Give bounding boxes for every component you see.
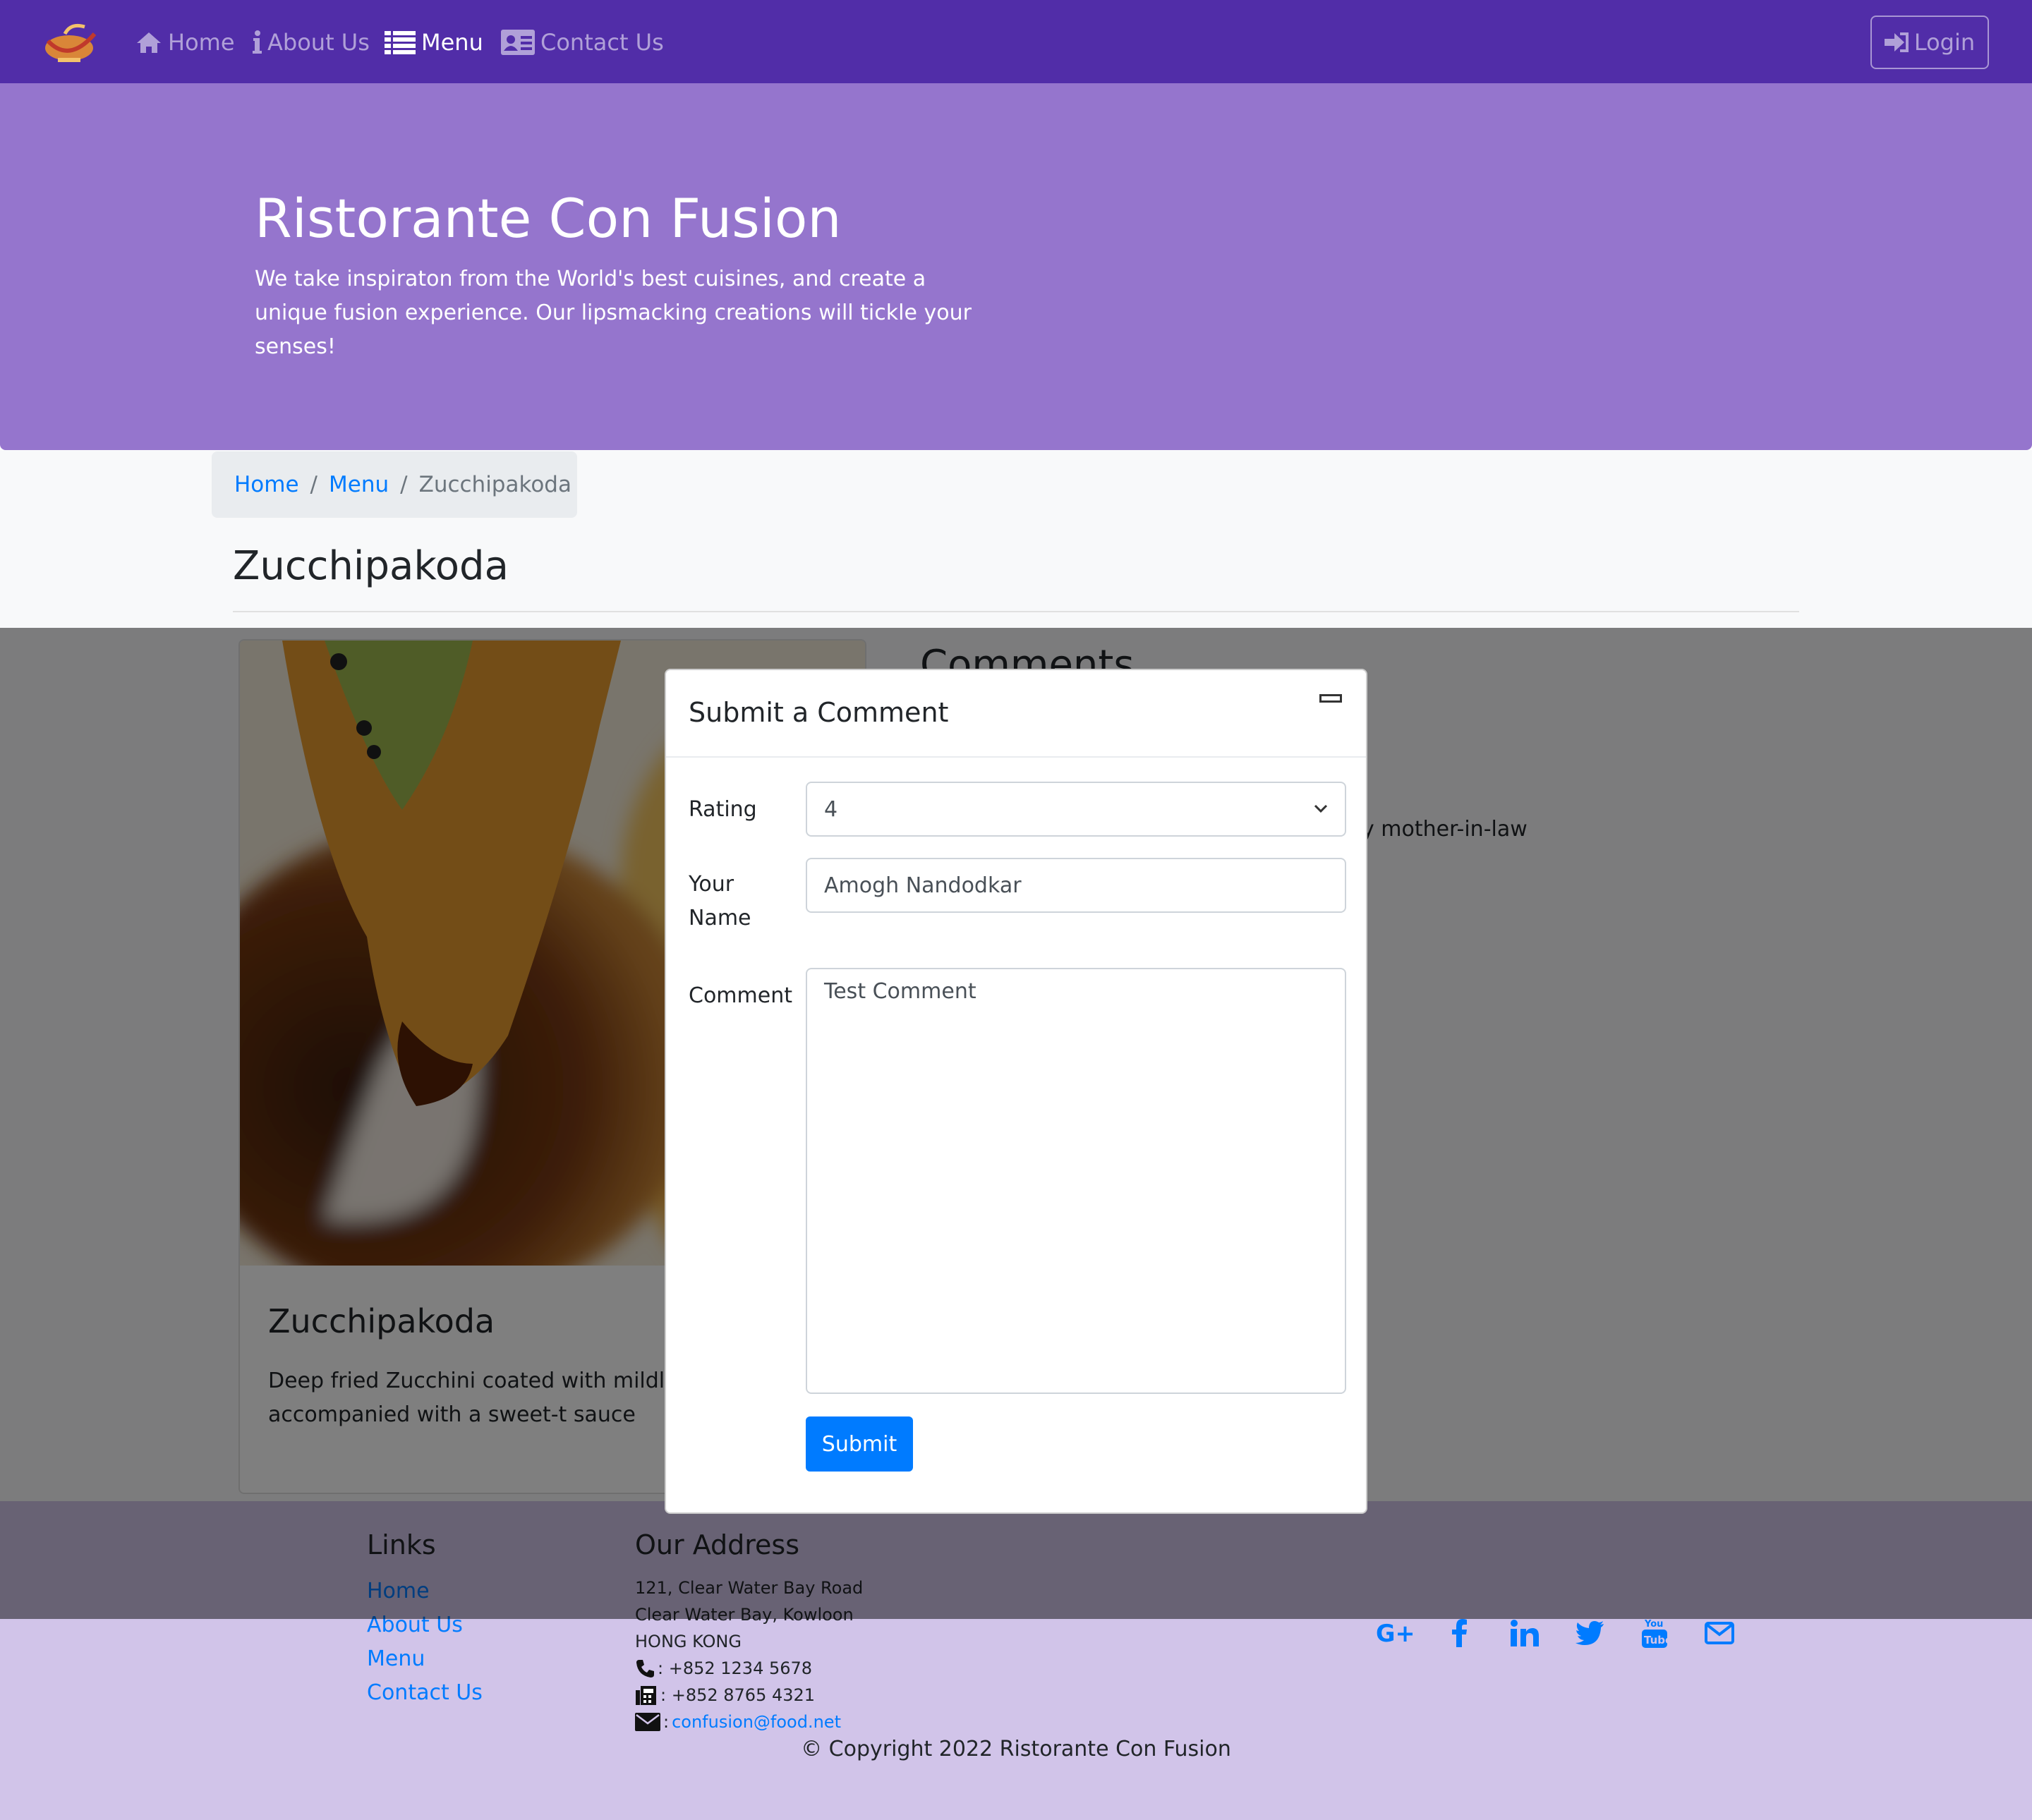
copyright: © Copyright 2022 Ristorante Con Fusion	[801, 1737, 1231, 1761]
svg-text:You: You	[1644, 1619, 1663, 1630]
sign-in-icon	[1884, 32, 1909, 52]
submit-label: Submit	[821, 1431, 897, 1457]
page-title: Zucchipakoda	[233, 543, 509, 589]
footer-link-menu[interactable]: Menu	[367, 1646, 425, 1671]
envelope-icon[interactable]	[1700, 1615, 1738, 1651]
restaurant-logo[interactable]	[41, 17, 102, 68]
twitter-icon[interactable]	[1571, 1615, 1609, 1651]
divider	[233, 611, 1799, 612]
name-label-line: Name	[689, 906, 751, 930]
name-label: Your Name	[689, 868, 751, 935]
list-icon	[385, 31, 416, 54]
youtube-icon[interactable]: You Tube	[1635, 1615, 1674, 1651]
chevron-down-icon	[1314, 804, 1328, 813]
email-link[interactable]: confusion@food.net	[672, 1709, 841, 1735]
envelope-icon	[635, 1713, 660, 1731]
social-links: G+ You Tube	[1376, 1615, 1738, 1651]
breadcrumb-separator: /	[310, 472, 318, 497]
nav-home-label: Home	[168, 29, 235, 56]
name-label-line: Your	[689, 872, 734, 897]
fax-row: : +852 8765 4321	[635, 1682, 863, 1709]
fax-icon	[636, 1686, 656, 1705]
email-prefix: :	[663, 1712, 670, 1732]
comment-value: Test Comment	[824, 979, 976, 1004]
jumbotron: Ristorante Con Fusion We take inspiraton…	[0, 83, 2032, 450]
login-label: Login	[1913, 29, 1976, 56]
comment-label: Comment	[689, 983, 792, 1008]
breadcrumb-home[interactable]: Home	[234, 472, 299, 497]
nav-home[interactable]: Home	[135, 25, 235, 59]
fax-number: : +852 8765 4321	[660, 1685, 816, 1705]
navbar: Home About Us Menu Contact Us Login	[0, 0, 2032, 83]
breadcrumb-menu[interactable]: Menu	[329, 472, 389, 497]
close-button[interactable]	[1319, 691, 1345, 705]
name-value: Amogh Nandodkar	[824, 873, 1022, 898]
login-button[interactable]: Login	[1870, 16, 1989, 69]
submit-button[interactable]: Submit	[806, 1416, 913, 1472]
phone-number: : +852 1234 5678	[658, 1658, 813, 1678]
linkedin-icon[interactable]	[1506, 1615, 1544, 1651]
footer-link-contact[interactable]: Contact Us	[367, 1680, 483, 1705]
address-line: HONG KONG	[635, 1632, 742, 1651]
restaurant-tagline: We take inspiraton from the World's best…	[255, 267, 972, 359]
rating-value: 4	[824, 796, 838, 822]
nav-contact[interactable]: Contact Us	[501, 25, 664, 59]
nav-contact-label: Contact Us	[540, 29, 664, 56]
email-row: : confusion@food.net	[635, 1709, 863, 1735]
address-card-icon	[501, 30, 535, 55]
home-icon	[137, 32, 161, 53]
nav-about-label: About Us	[267, 29, 370, 56]
nav-menu[interactable]: Menu	[385, 25, 483, 59]
rating-select[interactable]: 4	[806, 782, 1346, 837]
modal-title: Submit a Comment	[689, 697, 949, 728]
breadcrumb: Home / Menu / Zucchipakoda	[212, 451, 577, 518]
google-plus-icon[interactable]: G+	[1376, 1615, 1414, 1651]
rating-label: Rating	[689, 797, 757, 822]
close-icon	[1319, 694, 1342, 703]
comment-modal: Submit a Comment Rating 4 Your Name Amog…	[665, 669, 1367, 1514]
svg-text:Tube: Tube	[1644, 1634, 1667, 1646]
facebook-icon[interactable]	[1441, 1615, 1479, 1651]
phone-row: : +852 1234 5678	[635, 1655, 863, 1682]
name-input[interactable]: Amogh Nandodkar	[806, 858, 1346, 913]
phone-icon	[636, 1660, 654, 1678]
info-icon	[253, 30, 262, 54]
breadcrumb-separator: /	[400, 472, 408, 497]
svg-text:G+: G+	[1376, 1621, 1414, 1645]
comment-textarea[interactable]: Test Comment	[806, 968, 1346, 1394]
nav-menu-label: Menu	[421, 29, 483, 56]
restaurant-title: Ristorante Con Fusion	[255, 187, 842, 250]
breadcrumb-current: Zucchipakoda	[418, 472, 572, 497]
nav-about[interactable]: About Us	[252, 25, 370, 59]
modal-header: Submit a Comment	[666, 670, 1366, 758]
